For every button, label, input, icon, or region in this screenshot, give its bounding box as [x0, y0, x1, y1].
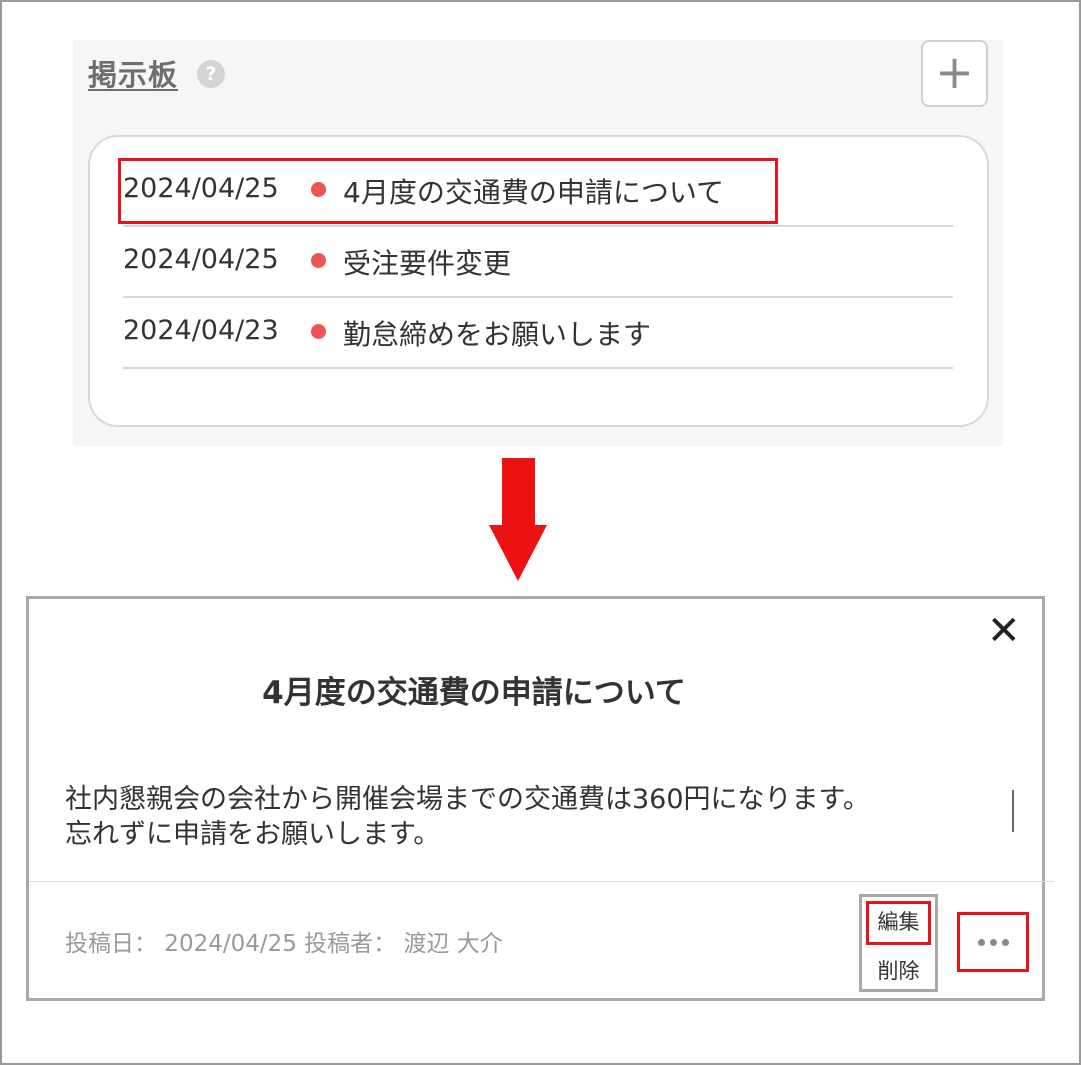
board-title[interactable]: 掲示板	[88, 52, 178, 94]
post-detail-dialog: ✕ 4月度の交通費の申請について 社内懇親会の会社から開催会場までの交通費は36…	[26, 596, 1054, 1001]
scrollbar[interactable]	[1012, 790, 1014, 832]
post-meta: 投稿日： 2024/04/25 投稿者： 渡辺 大介	[65, 931, 503, 957]
action-menu: 編集 削除	[859, 894, 938, 992]
down-arrow-head-icon	[489, 525, 547, 581]
body-line: 忘れずに申請をお願いします。	[65, 819, 441, 850]
delete-menu-item[interactable]: 削除	[862, 955, 935, 985]
add-post-button[interactable]: +	[921, 40, 988, 107]
post-title[interactable]: 勤怠締めをお願いします	[343, 313, 651, 353]
post-date: 2024/04/25	[123, 244, 279, 275]
unread-dot-icon	[311, 324, 326, 339]
list-item[interactable]: 2024/04/25 受注要件変更	[123, 226, 953, 298]
unread-dot-icon	[311, 253, 326, 268]
list-item[interactable]: 2024/04/23 勤怠締めをお願いします	[123, 297, 953, 369]
body-line: 社内懇親会の会社から開催会場までの交通費は360円になります。	[65, 784, 870, 815]
down-arrow-icon	[502, 458, 535, 526]
dialog-body: 社内懇親会の会社から開催会場までの交通費は360円になります。 忘れずに申請をお…	[65, 782, 955, 852]
dialog-title: 4月度の交通費の申請について	[262, 675, 686, 711]
more-options-button[interactable]	[957, 912, 1029, 972]
help-icon[interactable]: ?	[197, 60, 225, 88]
post-date: 2024/04/23	[123, 315, 279, 346]
post-title[interactable]: 受注要件変更	[343, 242, 511, 282]
divider	[29, 881, 1054, 882]
close-icon[interactable]: ✕	[987, 611, 1021, 651]
bulletin-board-panel: 掲示板 ? + 2024/04/25 4月度の交通費の申請について 2024/0…	[73, 40, 1003, 446]
more-dots-icon	[977, 938, 1009, 946]
highlight-box-first-post	[118, 158, 778, 224]
edit-menu-item[interactable]: 編集	[862, 906, 935, 936]
